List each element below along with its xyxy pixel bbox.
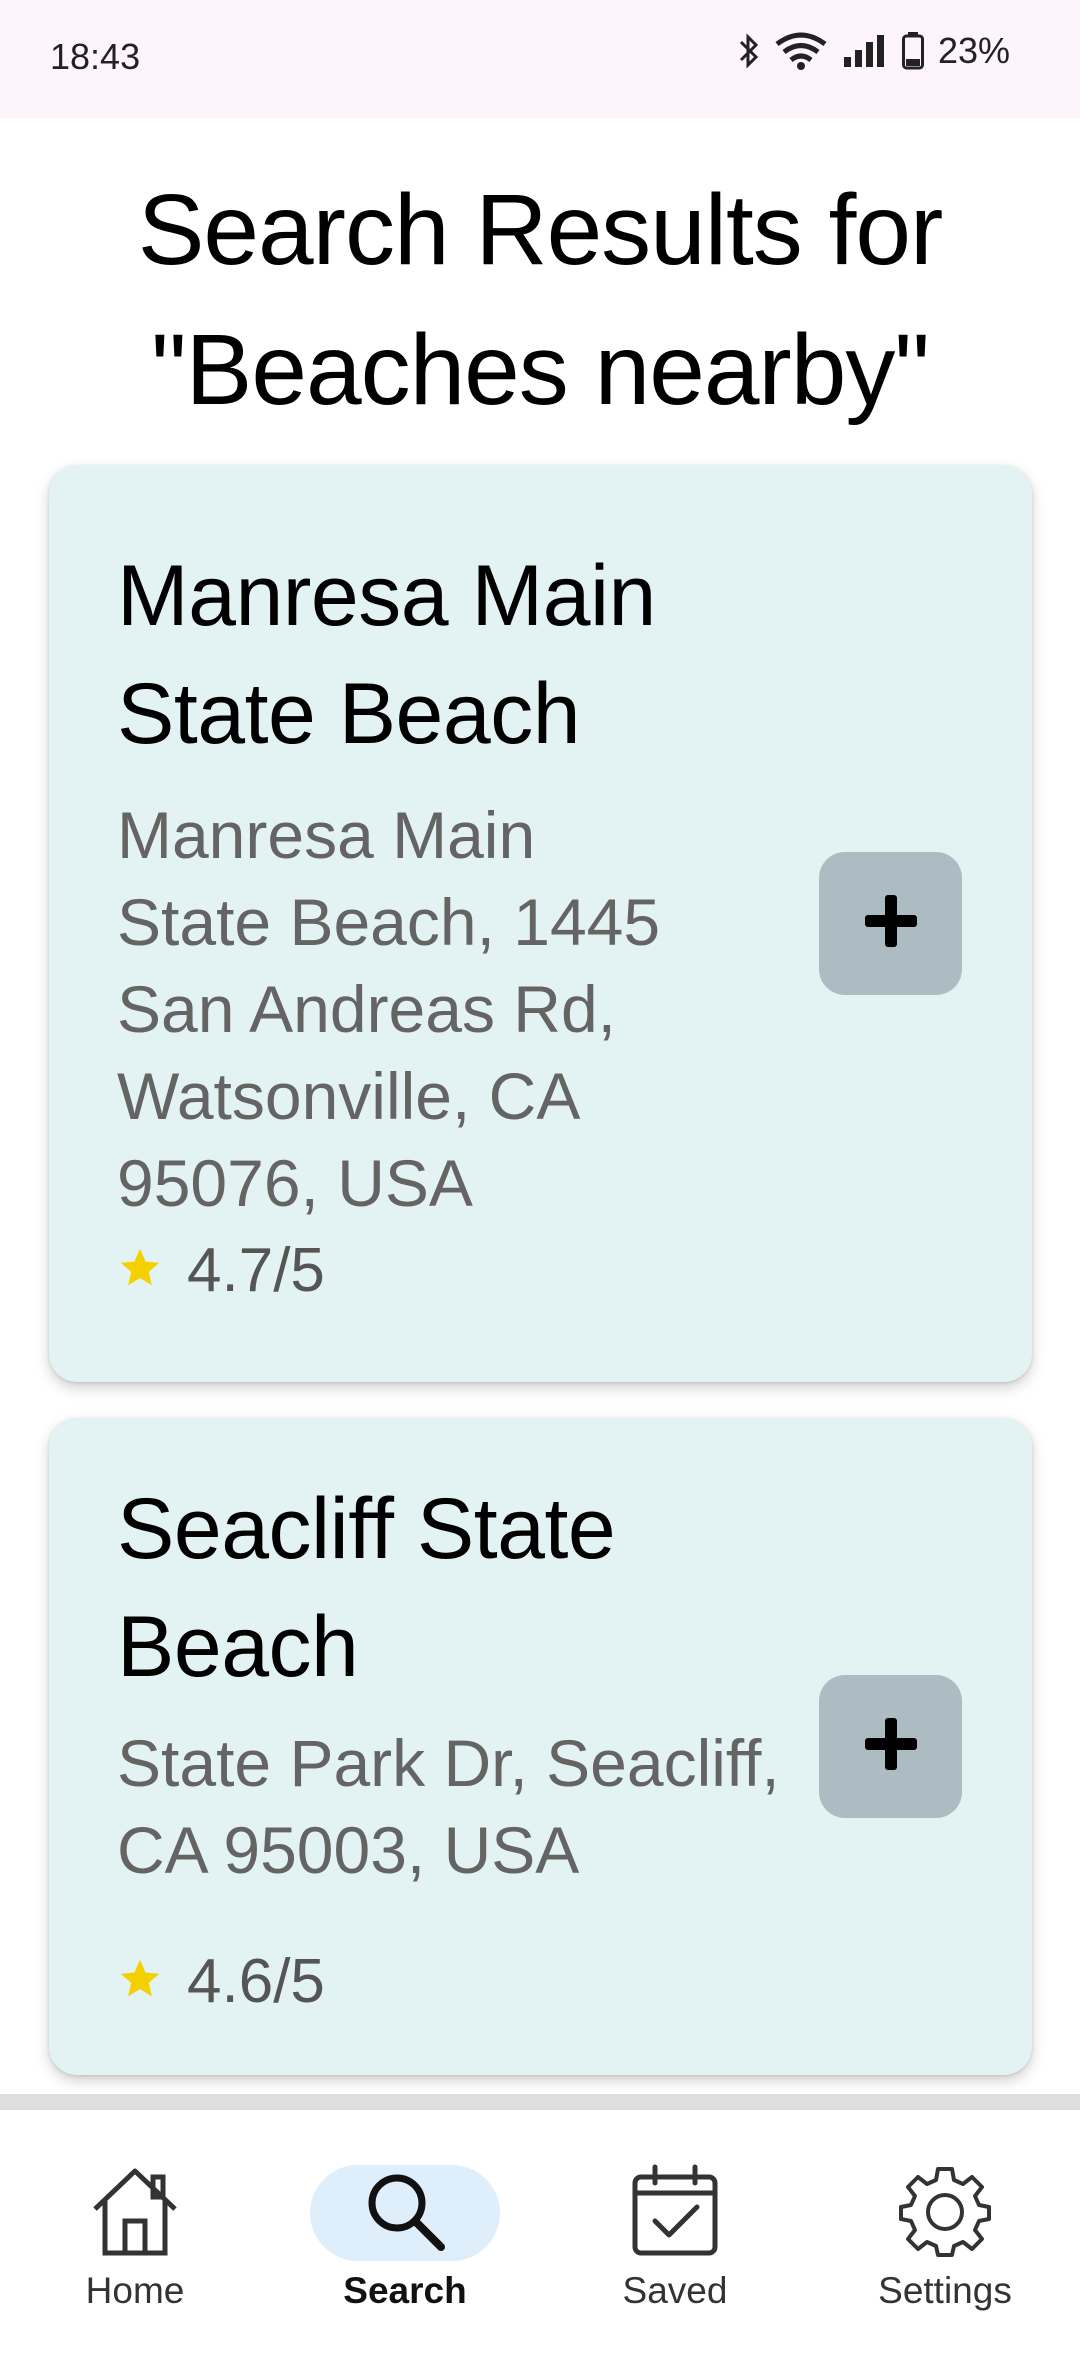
- address-line: CA 95003, USA: [117, 1813, 580, 1887]
- nav-item-settings[interactable]: Settings: [810, 2110, 1080, 2376]
- nav-icon-container: [40, 2165, 230, 2261]
- result-rating: 4.7/5: [117, 1235, 325, 1306]
- nav-label-home: Home: [85, 2270, 185, 2311]
- page-title: Search Results for "Beaches nearby": [0, 160, 1080, 440]
- nav-item-search[interactable]: Search: [270, 2110, 540, 2376]
- star-icon: [117, 1235, 163, 1306]
- status-time: 18:43: [50, 36, 141, 77]
- wifi-icon: [774, 32, 828, 70]
- status-bar: 18:43 23%: [0, 0, 1080, 118]
- signal-icon: [842, 33, 888, 69]
- nav-icon-container: [310, 2165, 500, 2261]
- result-title-line: Manresa Main: [117, 548, 656, 644]
- address-line: State Beach, 1445: [117, 885, 661, 959]
- result-title-line: Beach: [117, 1599, 359, 1695]
- search-icon: [357, 2163, 453, 2264]
- address-line: Manresa Main: [117, 798, 536, 872]
- plus-icon: [862, 892, 920, 955]
- result-title-line: Seacliff State: [117, 1481, 616, 1577]
- nav-item-home[interactable]: Home: [0, 2110, 270, 2376]
- nav-icon-container: [580, 2163, 770, 2264]
- address-line: State Park Dr, Seacliff,: [117, 1726, 780, 1800]
- result-title: Manresa Main State Beach: [117, 537, 817, 773]
- plus-icon: [862, 1715, 920, 1778]
- result-rating: 4.6/5: [117, 1946, 325, 2017]
- nav-label-settings: Settings: [878, 2270, 1012, 2311]
- nav-divider: [0, 2094, 1080, 2110]
- home-icon: [87, 2163, 183, 2264]
- nav-icon-container: [850, 2165, 1040, 2261]
- result-title: Seacliff State Beach: [117, 1470, 817, 1706]
- address-line: San Andreas Rd,: [117, 972, 616, 1046]
- result-address: State Park Dr, Seacliff, CA 95003, USA: [117, 1720, 817, 1894]
- rating-value: 4.6/5: [187, 1947, 325, 2016]
- result-address: Manresa Main State Beach, 1445 San Andre…: [117, 792, 817, 1227]
- status-icons: 23%: [738, 30, 1010, 72]
- add-to-saved-button[interactable]: [819, 852, 962, 995]
- nav-label-saved: Saved: [622, 2270, 728, 2311]
- nav-label-search: Search: [343, 2270, 467, 2311]
- result-card[interactable]: Manresa Main State Beach Manresa Main St…: [49, 465, 1032, 1382]
- gear-icon: [897, 2163, 993, 2264]
- battery-percent: 23%: [937, 30, 1010, 71]
- address-line: Watsonville, CA: [117, 1059, 581, 1133]
- address-line: 95076, USA: [117, 1146, 473, 1220]
- page-title-line2: "Beaches nearby": [151, 314, 930, 426]
- bluetooth-icon: [738, 33, 760, 69]
- star-icon: [117, 1946, 163, 2017]
- page-title-line1: Search Results for: [137, 174, 944, 286]
- result-card[interactable]: Seacliff State Beach State Park Dr, Seac…: [49, 1418, 1032, 2075]
- nav-item-saved[interactable]: Saved: [540, 2110, 810, 2376]
- rating-value: 4.7/5: [187, 1236, 325, 1305]
- bottom-navigation: Home Search Saved Settings: [0, 2110, 1080, 2376]
- result-title-line: State Beach: [117, 666, 581, 762]
- calendar-check-icon: [627, 2163, 723, 2264]
- battery-icon: [901, 32, 924, 70]
- add-to-saved-button[interactable]: [819, 1675, 962, 1818]
